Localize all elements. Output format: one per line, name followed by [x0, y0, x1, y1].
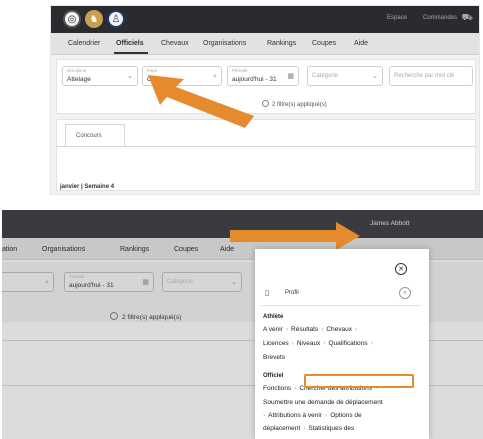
- profile-row[interactable]: ▯ Profil ⌕: [263, 287, 413, 301]
- menu-link-chevaux[interactable]: Chevaux: [326, 326, 352, 333]
- menu-link-brevets[interactable]: Brevets: [263, 354, 285, 361]
- user-menu-popup: ✕ ▯ Profil ⌕ Athlète A venir › Résultats › C…: [255, 249, 429, 439]
- menu-link-qualifications[interactable]: Qualifications: [328, 340, 367, 347]
- menu-link-deplacement[interactable]: déplacement: [263, 425, 300, 432]
- menu-link-attributions-a-venir[interactable]: Attributions à venir: [268, 412, 322, 419]
- search-icon[interactable]: ⌕: [399, 287, 411, 299]
- highlight-box-chercher-attributions: [304, 374, 414, 388]
- close-icon[interactable]: ✕: [395, 263, 407, 275]
- official-links-row: Soumettre une demande de déplacement: [263, 399, 383, 406]
- menu-link-niveaux[interactable]: Niveaux: [297, 340, 320, 347]
- menu-link-demande-deplacement[interactable]: Soumettre une demande de déplacement: [263, 399, 383, 406]
- menu-link-statistiques[interactable]: Statistiques des: [308, 425, 354, 432]
- id-card-icon: ▯: [265, 288, 270, 297]
- arrow-shape: [230, 222, 360, 250]
- section-heading-athlete: Athlète: [263, 314, 284, 320]
- menu-link-licences[interactable]: Licences: [263, 340, 289, 347]
- menu-link-a-venir[interactable]: A venir: [263, 326, 283, 333]
- athlete-links-row: Brevets: [263, 354, 285, 361]
- athlete-links-row: Licences › Niveaux › Qualifications ›: [263, 340, 373, 347]
- menu-link-options-de[interactable]: Options de: [330, 412, 361, 419]
- menu-link-fonctions[interactable]: Fonctions: [263, 385, 291, 392]
- official-links-row: déplacement › Statistiques des: [263, 425, 355, 432]
- official-links-row: › Attributions à venir › Options de: [263, 412, 362, 419]
- athlete-links-row: A venir › Résultats › Chevaux ›: [263, 326, 358, 333]
- section-heading-official: Officiel: [263, 373, 284, 379]
- divider: [261, 305, 421, 306]
- menu-link-resultats[interactable]: Résultats: [291, 326, 318, 333]
- profile-link[interactable]: Profil: [285, 290, 299, 296]
